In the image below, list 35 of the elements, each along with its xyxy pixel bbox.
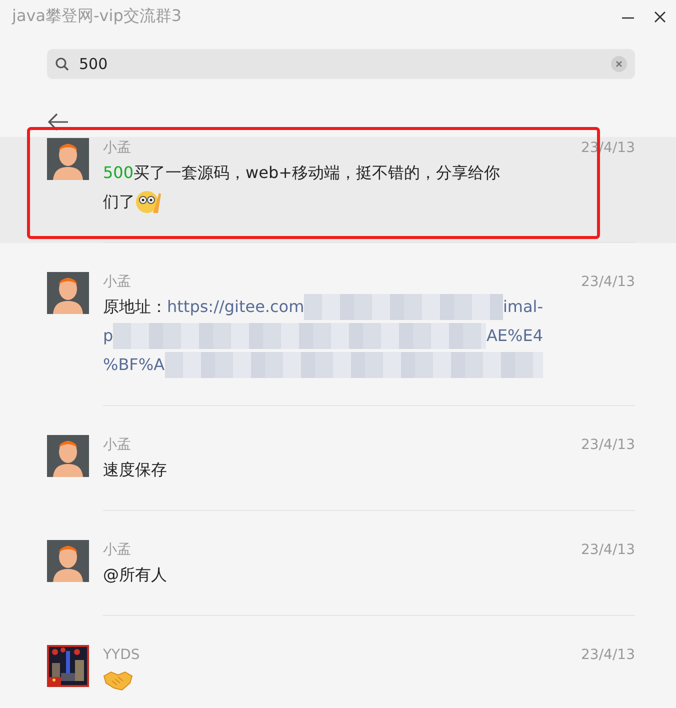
search-input[interactable]: 500 (77, 52, 603, 76)
message-link[interactable]: p (103, 321, 114, 350)
sender-name: 小孟 (103, 273, 131, 292)
search-result[interactable]: 小孟 23/4/13 原地址：https://gitee.com imal- p AE%E4 %BF%A (0, 243, 676, 406)
sender-name: 小孟 (103, 541, 131, 560)
emoji-icon (135, 188, 161, 214)
message-link[interactable]: %BF%A (103, 350, 165, 379)
message-date: 23/4/13 (581, 273, 635, 292)
search-icon (55, 57, 69, 71)
message-link[interactable]: https://gitee.com (167, 292, 304, 321)
message-text: @所有人 (103, 564, 167, 586)
avatar (47, 272, 89, 314)
message-link[interactable]: AE%E4 (486, 321, 543, 350)
message-date: 23/4/13 (581, 646, 635, 665)
sender-name: 小孟 (103, 436, 131, 455)
search-field[interactable]: 500 (47, 49, 635, 79)
clear-icon[interactable] (611, 56, 627, 72)
message-text: 原地址： (103, 296, 167, 318)
message-text: 买了一套源码，web+移动端，挺不错的，分享给你 (134, 162, 500, 184)
message-text: 们了 (103, 191, 135, 213)
sender-name: YYDS (103, 646, 140, 665)
message-date: 23/4/13 (581, 541, 635, 560)
sender-name: 小孟 (103, 139, 131, 158)
handshake-icon (103, 669, 133, 691)
message-date: 23/4/13 (581, 436, 635, 455)
search-result[interactable]: 小孟 23/4/13 @所有人 (0, 511, 676, 616)
avatar (47, 435, 89, 477)
match-highlight: 500 (103, 162, 134, 184)
search-result[interactable]: 小孟 23/4/13 速度保存 (0, 406, 676, 511)
avatar (47, 138, 89, 180)
avatar (47, 540, 89, 582)
message-link[interactable]: imal- (502, 292, 543, 321)
message-text: 速度保存 (103, 459, 167, 481)
close-icon[interactable] (652, 8, 668, 25)
window-title: java攀登网-vip交流群3 (10, 5, 183, 27)
